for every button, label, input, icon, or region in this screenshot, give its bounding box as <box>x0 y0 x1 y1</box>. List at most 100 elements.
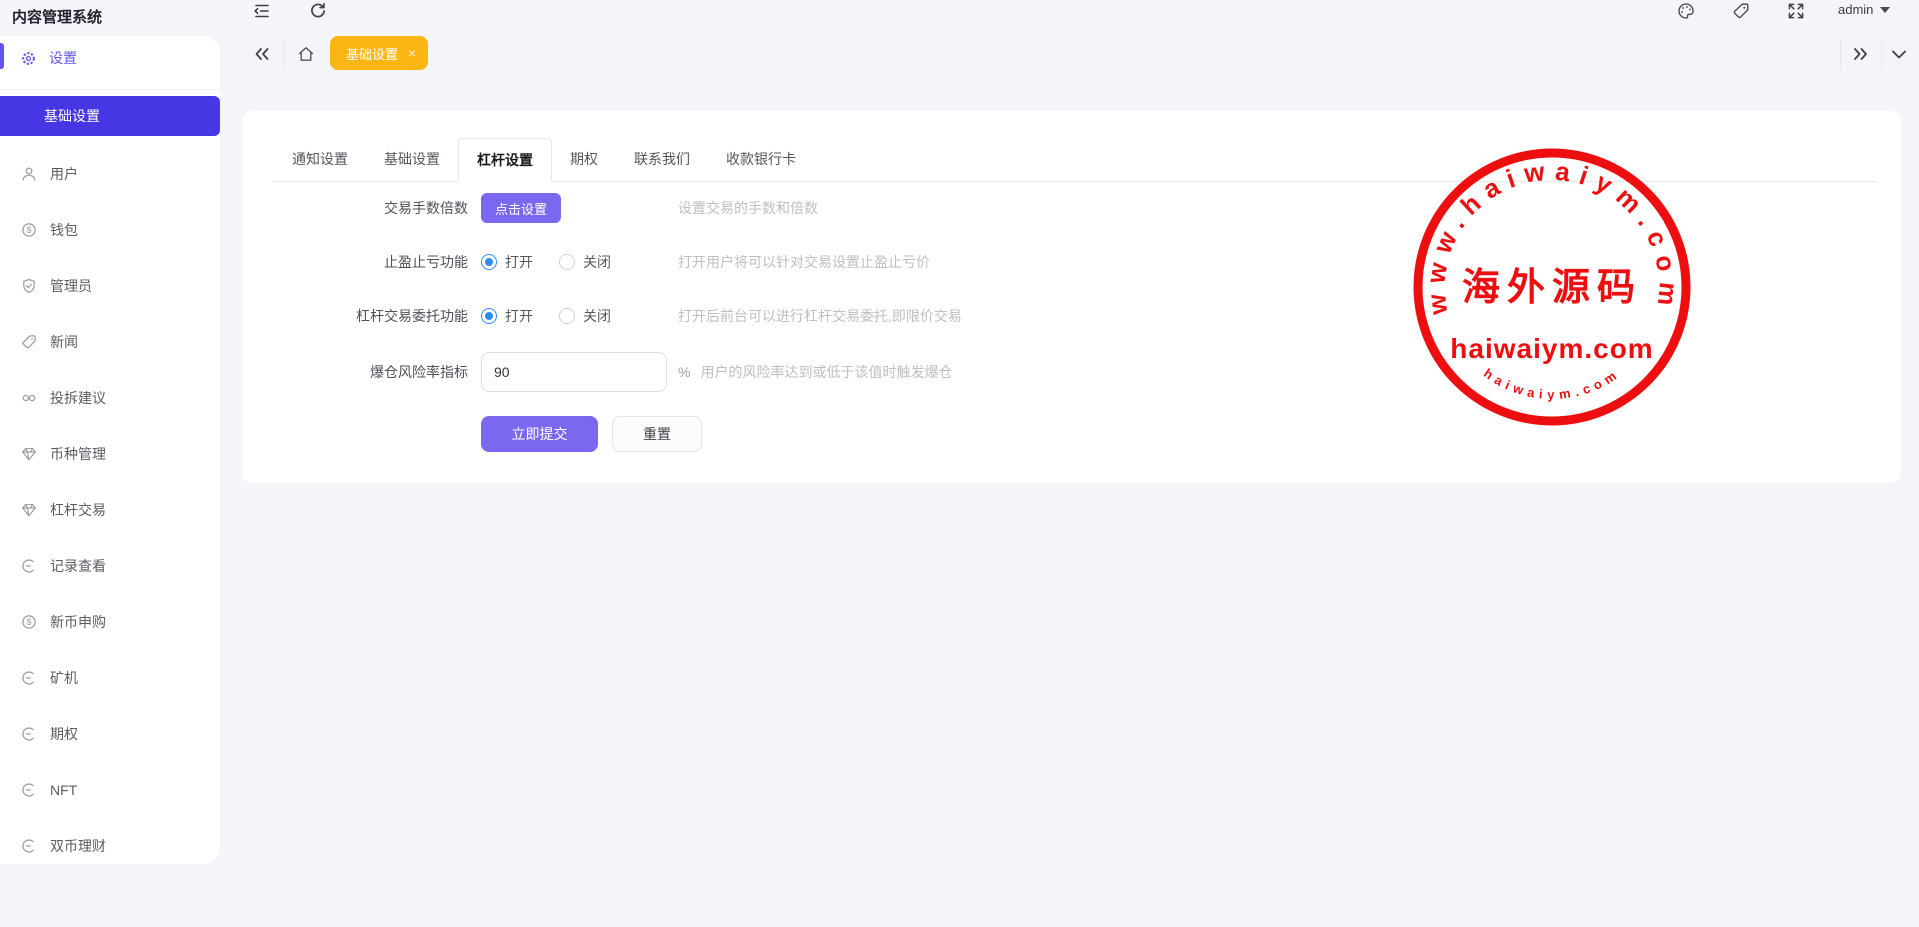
tagbar-separator <box>284 40 285 70</box>
sidebar-item-label: 币种管理 <box>50 444 106 464</box>
leverage-gem-icon <box>20 501 38 519</box>
sidebar-item-admins[interactable]: 管理员 <box>0 258 220 314</box>
sidebar-menu: 用户 $ 钱包 管理员 新闻 <box>0 136 220 874</box>
tag-icon[interactable] <box>1731 1 1751 21</box>
close-icon[interactable]: × <box>408 46 416 60</box>
percent-suffix: % <box>678 364 690 380</box>
risk-rate-input[interactable] <box>481 352 667 392</box>
submit-button[interactable]: 立即提交 <box>481 416 598 452</box>
sidebar-item-users[interactable]: 用户 <box>0 146 220 202</box>
field-hint: 打开后前台可以进行杠杆交易委托,即限价交易 <box>678 306 962 326</box>
settings-tabs: 通知设置 基础设置 杠杆设置 期权 联系我们 收款银行卡 <box>274 138 1877 182</box>
tagbar-separator <box>1840 40 1841 70</box>
sidebar-item-label: 新币申购 <box>50 612 106 632</box>
username: admin <box>1838 2 1873 17</box>
news-tag-icon <box>20 333 38 351</box>
wallet-icon: $ <box>20 221 38 239</box>
radio-label: 打开 <box>505 252 533 272</box>
app-title: 内容管理系统 <box>12 6 102 27</box>
radio-close[interactable]: 关闭 <box>559 252 611 272</box>
sidebar-item-currency[interactable]: 币种管理 <box>0 426 220 482</box>
sidebar-item-basic-settings-active[interactable]: 基础设置 <box>0 96 220 136</box>
options-icon <box>20 725 38 743</box>
tab-leverage-settings[interactable]: 杠杆设置 <box>458 138 552 182</box>
open-tab-basic-settings[interactable]: 基础设置 × <box>330 36 428 70</box>
field-hint: 打开用户将可以针对交易设置止盈止亏价 <box>678 252 930 272</box>
user-icon <box>20 165 38 183</box>
form-row-trade-lots: 交易手数倍数 点击设置 设置交易的手数和倍数 <box>242 190 1901 226</box>
caret-down-icon <box>1880 7 1890 13</box>
nft-icon <box>20 781 38 799</box>
sidebar-item-label: 管理员 <box>50 276 92 296</box>
sidebar: 设置 基础设置 用户 $ 钱包 管理员 <box>0 36 220 864</box>
form-row-leverage-entrust: 杠杆交易委托功能 打开 关闭 打开后前台可以进行杠杆交易委托,即限价交易 <box>242 298 1901 334</box>
theme-palette-icon[interactable] <box>1676 1 1696 21</box>
sidebar-item-label: NFT <box>50 782 77 798</box>
leverage-settings-form: 交易手数倍数 点击设置 设置交易的手数和倍数 止盈止亏功能 打开 关闭 <box>242 182 1901 452</box>
form-row-liquidation-risk: 爆仓风险率指标 % 用户的风险率达到或低于该值时触发爆仓 <box>242 352 1901 392</box>
home-icon[interactable] <box>296 44 316 64</box>
sidebar-item-label: 钱包 <box>50 220 78 240</box>
sidebar-item-label: 新闻 <box>50 332 78 352</box>
tab-contact-us[interactable]: 联系我们 <box>616 138 708 181</box>
field-label: 止盈止亏功能 <box>242 252 468 272</box>
sidebar-item-options[interactable]: 期权 <box>0 706 220 762</box>
fullscreen-icon[interactable] <box>1786 1 1806 21</box>
sidebar-group-settings[interactable]: 设置 <box>0 38 220 78</box>
tab-options[interactable]: 期权 <box>552 138 616 181</box>
sidebar-item-label: 期权 <box>50 724 78 744</box>
menu-fold-icon[interactable] <box>252 1 272 21</box>
radio-close[interactable]: 关闭 <box>559 306 611 326</box>
tab-receiving-bank-card[interactable]: 收款银行卡 <box>708 138 814 181</box>
sidebar-item-label: 双币理财 <box>50 836 106 856</box>
radio-selected-icon[interactable] <box>481 254 497 270</box>
sidebar-item-wallet[interactable]: $ 钱包 <box>0 202 220 258</box>
sidebar-item-nft[interactable]: NFT <box>0 762 220 818</box>
reset-button[interactable]: 重置 <box>612 416 702 452</box>
sidebar-item-label: 投拆建议 <box>50 388 106 408</box>
sidebar-active-sub-label: 基础设置 <box>44 106 100 126</box>
sidebar-item-label: 矿机 <box>50 668 78 688</box>
refresh-icon[interactable] <box>308 1 328 21</box>
new-coin-icon: $ <box>20 613 38 631</box>
field-label: 交易手数倍数 <box>242 198 468 218</box>
field-hint: 用户的风险率达到或低于该值时触发爆仓 <box>700 362 952 382</box>
settings-card: 通知设置 基础设置 杠杆设置 期权 联系我们 收款银行卡 交易手数倍数 点击设置… <box>242 111 1901 483</box>
sidebar-item-news[interactable]: 新闻 <box>0 314 220 370</box>
field-label: 爆仓风险率指标 <box>242 362 468 382</box>
chevron-down-icon[interactable] <box>1889 48 1909 66</box>
radio-unselected-icon[interactable] <box>559 308 575 324</box>
sidebar-item-new-coin[interactable]: $ 新币申购 <box>0 594 220 650</box>
chevron-double-right-icon[interactable] <box>1850 45 1870 63</box>
field-label: 杠杆交易委托功能 <box>242 306 468 326</box>
svg-text:$: $ <box>26 617 31 627</box>
sidebar-item-records[interactable]: 记录查看 <box>0 538 220 594</box>
records-icon <box>20 557 38 575</box>
tab-basic-settings[interactable]: 基础设置 <box>366 138 458 181</box>
feedback-icon <box>20 389 38 407</box>
tab-notification-settings[interactable]: 通知设置 <box>274 138 366 181</box>
radio-label: 打开 <box>505 306 533 326</box>
sidebar-item-feedback[interactable]: 投拆建议 <box>0 370 220 426</box>
chevron-double-left-icon[interactable] <box>252 45 272 63</box>
app-window: 内容管理系统 设置 基础设置 用户 $ 钱包 <box>0 0 1919 927</box>
click-to-set-button[interactable]: 点击设置 <box>481 193 561 223</box>
radio-open[interactable]: 打开 <box>481 252 533 272</box>
sidebar-item-label: 记录查看 <box>50 556 106 576</box>
miner-icon <box>20 669 38 687</box>
user-menu[interactable]: admin <box>1838 2 1890 17</box>
radio-open[interactable]: 打开 <box>481 306 533 326</box>
admin-shield-icon <box>20 277 38 295</box>
sidebar-item-leverage[interactable]: 杠杆交易 <box>0 482 220 538</box>
sidebar-divider <box>0 89 220 90</box>
dual-finance-icon <box>20 837 38 855</box>
radio-selected-icon[interactable] <box>481 308 497 324</box>
sidebar-item-miner[interactable]: 矿机 <box>0 650 220 706</box>
currency-gem-icon <box>20 445 38 463</box>
sidebar-item-dual-finance[interactable]: 双币理财 <box>0 818 220 874</box>
form-actions: 立即提交 重置 <box>481 416 1901 452</box>
sidebar-item-label: 杠杆交易 <box>50 500 106 520</box>
radio-unselected-icon[interactable] <box>559 254 575 270</box>
svg-text:$: $ <box>26 225 31 235</box>
gear-icon <box>20 50 37 67</box>
